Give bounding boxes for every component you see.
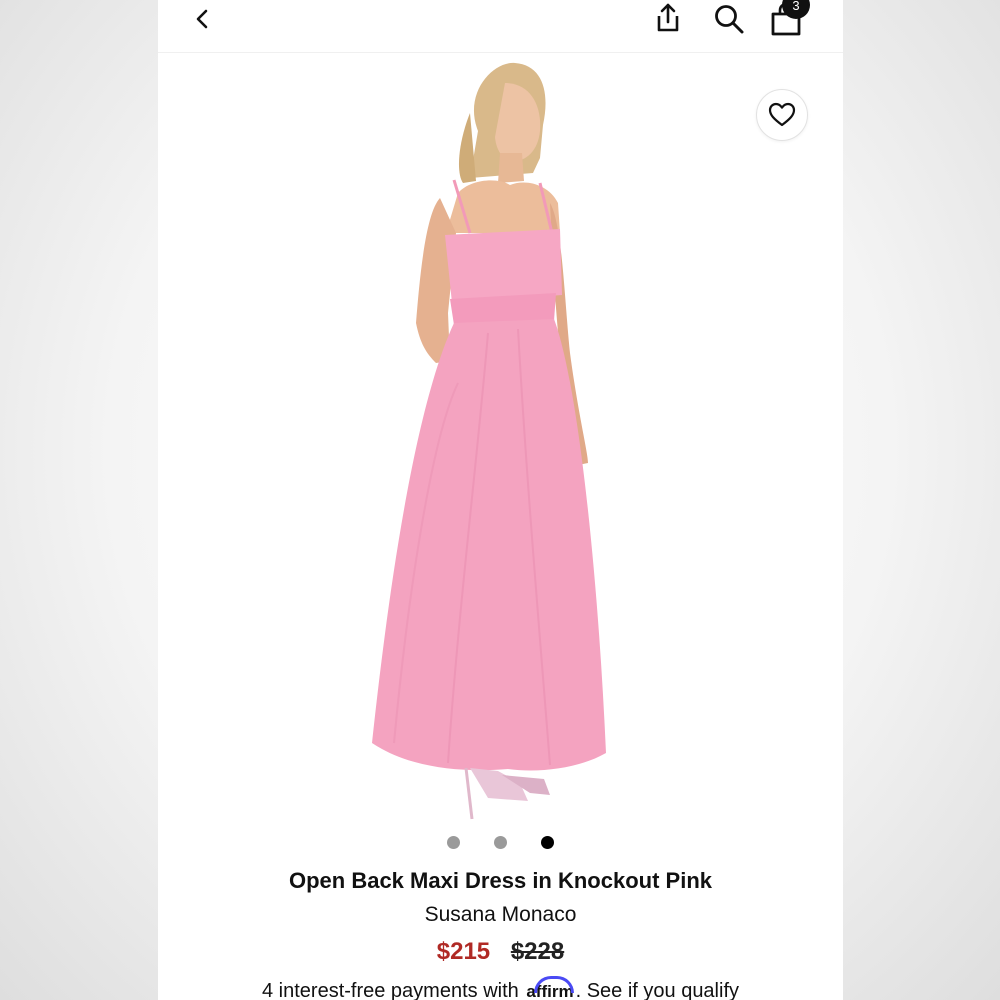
wishlist-button[interactable] <box>756 89 808 141</box>
share-button[interactable] <box>650 0 686 36</box>
gallery-dot-3[interactable] <box>541 836 554 849</box>
chevron-left-icon <box>196 9 208 29</box>
product-photo-pink-maxi-dress <box>158 53 843 823</box>
affirm-arc-mark <box>534 976 575 993</box>
financing-message: 4 interest-free payments with affirm. Se… <box>158 976 843 1000</box>
see-if-you-qualify-link[interactable]: See if you qualify <box>587 980 739 1000</box>
mobile-screen: 3 Open Back Maxi Dress in Knockout Pink … <box>158 0 843 1000</box>
gallery-pagination <box>158 836 843 850</box>
price-row: $215 $228 <box>158 938 843 966</box>
product-title: Open Back Maxi Dress in Knockout Pink <box>288 868 712 893</box>
gallery-dot-2[interactable] <box>494 836 507 849</box>
affirm-logo: affirm <box>526 976 575 1000</box>
back-button[interactable] <box>186 2 220 36</box>
sale-price: $215 <box>436 938 491 965</box>
brand-link[interactable]: Susana Monaco <box>158 903 843 927</box>
search-button[interactable] <box>710 0 748 38</box>
gallery-dot-1[interactable] <box>447 836 460 849</box>
share-icon <box>657 3 679 32</box>
heart-icon <box>768 102 796 127</box>
financing-text: 4 interest-free payments with <box>261 980 519 1000</box>
original-price: $228 <box>510 938 565 965</box>
top-nav-bar: 3 <box>158 0 843 53</box>
product-image-gallery[interactable] <box>158 53 843 823</box>
search-icon <box>715 5 744 34</box>
